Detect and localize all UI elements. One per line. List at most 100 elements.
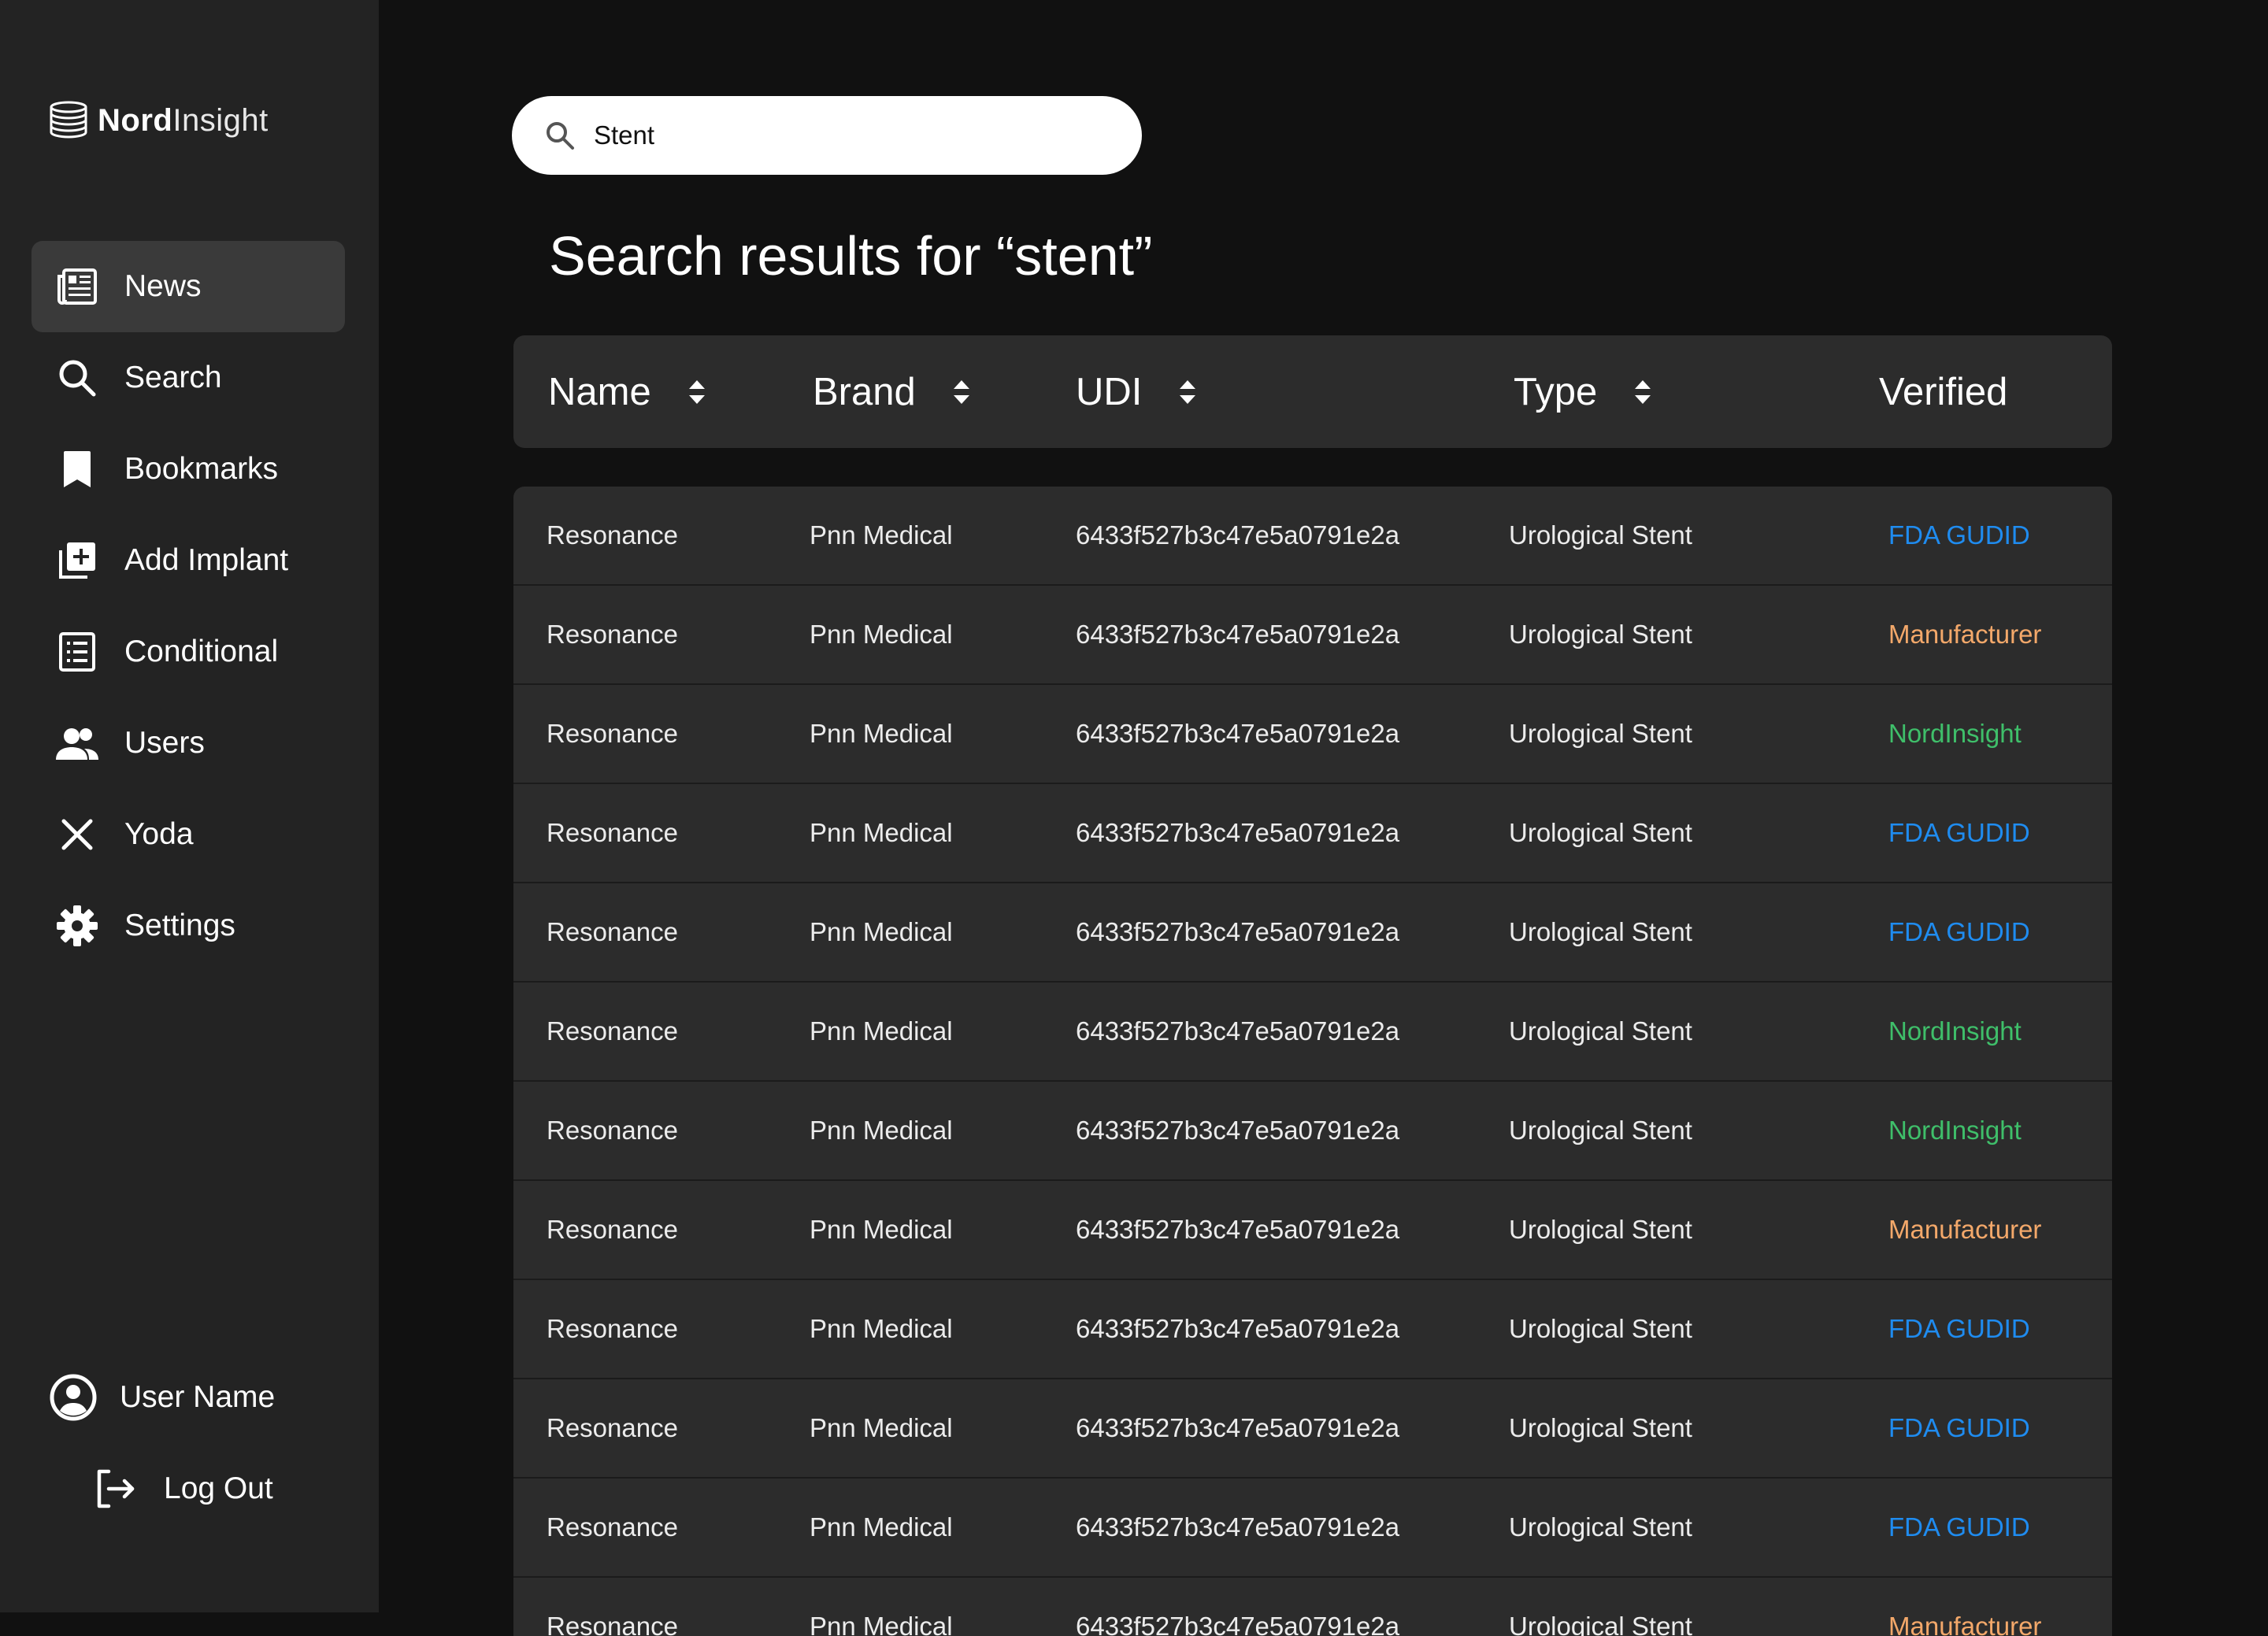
cell-brand: Pnn Medical — [810, 818, 953, 847]
cell-name: Resonance — [547, 1215, 678, 1244]
user-avatar-icon — [50, 1374, 97, 1421]
cell-type: Urological Stent — [1509, 520, 1692, 550]
cell-name: Resonance — [547, 818, 678, 847]
column-label: Verified — [1879, 370, 2008, 413]
cell-udi: 6433f527b3c47e5a0791e2a — [1076, 917, 1400, 946]
cell-name: Resonance — [547, 1314, 678, 1343]
cell-brand: Pnn Medical — [810, 1612, 953, 1636]
column-label: UDI — [1076, 370, 1143, 413]
cell-brand: Pnn Medical — [810, 1116, 953, 1145]
cell-udi: 6433f527b3c47e5a0791e2a — [1076, 1215, 1400, 1244]
sort-icon[interactable] — [1177, 377, 1199, 407]
cell-name: Resonance — [547, 1413, 678, 1442]
user-profile[interactable]: User Name — [49, 1370, 275, 1425]
cell-type: Urological Stent — [1509, 1314, 1692, 1343]
cell-name: Resonance — [547, 917, 678, 946]
column-label: Type — [1514, 370, 1598, 413]
cell-type: Urological Stent — [1509, 1116, 1692, 1145]
cell-verified[interactable]: FDA GUDID — [1888, 883, 2030, 981]
table-row[interactable]: Resonance Pnn Medical 6433f527b3c47e5a0791… — [513, 685, 2112, 784]
cell-udi: 6433f527b3c47e5a0791e2a — [1076, 620, 1400, 649]
cell-name: Resonance — [547, 1016, 678, 1046]
sidebar-item-label: Yoda — [124, 817, 194, 851]
column-header-brand[interactable]: Brand — [813, 335, 973, 448]
table-row[interactable]: Resonance Pnn Medical 6433f527b3c47e5a0791… — [513, 1578, 2112, 1636]
sidebar-item-settings[interactable]: Settings — [32, 880, 345, 972]
cell-verified[interactable]: FDA GUDID — [1888, 1379, 2030, 1477]
cell-verified[interactable]: FDA GUDID — [1888, 1479, 2030, 1576]
cell-brand: Pnn Medical — [810, 620, 953, 649]
column-header-type[interactable]: Type — [1514, 335, 1654, 448]
sidebar-item-yoda[interactable]: Yoda — [32, 789, 345, 880]
bookmark-icon — [54, 446, 101, 493]
sidebar-item-label: Users — [124, 726, 205, 760]
column-header-name[interactable]: Name — [548, 335, 708, 448]
sidebar-item-news[interactable]: News — [32, 241, 345, 332]
table-header: Name Brand UDI Type Verified — [513, 335, 2112, 448]
cell-brand: Pnn Medical — [810, 1512, 953, 1542]
cell-udi: 6433f527b3c47e5a0791e2a — [1076, 1612, 1400, 1636]
sidebar-item-bookmarks[interactable]: Bookmarks — [32, 424, 345, 515]
sidebar-item-label: Bookmarks — [124, 452, 279, 486]
table-row[interactable]: Resonance Pnn Medical 6433f527b3c47e5a0791… — [513, 883, 2112, 983]
sidebar-item-users[interactable]: Users — [32, 698, 345, 789]
table-row[interactable]: Resonance Pnn Medical 6433f527b3c47e5a0791… — [513, 1082, 2112, 1181]
sort-icon[interactable] — [951, 377, 973, 407]
cell-type: Urological Stent — [1509, 1413, 1692, 1442]
cell-name: Resonance — [547, 1612, 678, 1636]
sort-icon[interactable] — [1632, 377, 1654, 407]
sidebar-item-label: Conditional — [124, 635, 279, 668]
sidebar-item-search[interactable]: Search — [32, 332, 345, 424]
cell-brand: Pnn Medical — [810, 1016, 953, 1046]
table-row[interactable]: Resonance Pnn Medical 6433f527b3c47e5a0791… — [513, 487, 2112, 586]
cell-type: Urological Stent — [1509, 1512, 1692, 1542]
gear-icon — [54, 902, 101, 949]
column-header-udi[interactable]: UDI — [1076, 335, 1199, 448]
sort-icon[interactable] — [686, 377, 708, 407]
sidebar-item-add-implant[interactable]: Add Implant — [32, 515, 345, 606]
search-icon — [547, 122, 574, 150]
sidebar-nav: News Search Bookmarks Add Implant Condit… — [32, 241, 345, 972]
table-row[interactable]: Resonance Pnn Medical 6433f527b3c47e5a0791… — [513, 586, 2112, 685]
table-row[interactable]: Resonance Pnn Medical 6433f527b3c47e5a0791… — [513, 1280, 2112, 1379]
cell-udi: 6433f527b3c47e5a0791e2a — [1076, 1413, 1400, 1442]
cell-name: Resonance — [547, 1116, 678, 1145]
cell-verified[interactable]: FDA GUDID — [1888, 487, 2030, 584]
table-row[interactable]: Resonance Pnn Medical 6433f527b3c47e5a0791… — [513, 1181, 2112, 1280]
cell-verified[interactable]: FDA GUDID — [1888, 784, 2030, 882]
cell-verified[interactable]: FDA GUDID — [1888, 1280, 2030, 1378]
cell-verified[interactable]: Manufacturer — [1888, 586, 2041, 683]
cell-name: Resonance — [547, 1512, 678, 1542]
cell-brand: Pnn Medical — [810, 1215, 953, 1244]
user-name: User Name — [120, 1380, 276, 1414]
cell-type: Urological Stent — [1509, 1215, 1692, 1244]
cell-verified[interactable]: NordInsight — [1888, 1082, 2022, 1179]
table-row[interactable]: Resonance Pnn Medical 6433f527b3c47e5a0791… — [513, 1379, 2112, 1479]
cell-verified[interactable]: Manufacturer — [1888, 1578, 2041, 1636]
sidebar-item-label: News — [124, 269, 202, 303]
search-bar[interactable] — [512, 96, 1142, 175]
sidebar-item-conditional[interactable]: Conditional — [32, 606, 345, 698]
cell-verified[interactable]: NordInsight — [1888, 983, 2022, 1080]
cell-type: Urological Stent — [1509, 1016, 1692, 1046]
column-label: Name — [548, 370, 651, 413]
logo-text: NordInsight — [98, 102, 269, 138]
newspaper-icon — [54, 263, 101, 310]
cell-brand: Pnn Medical — [810, 1413, 953, 1442]
table-row[interactable]: Resonance Pnn Medical 6433f527b3c47e5a0791… — [513, 1479, 2112, 1578]
logout-button[interactable]: Log Out — [93, 1461, 273, 1516]
cell-udi: 6433f527b3c47e5a0791e2a — [1076, 1116, 1400, 1145]
sidebar-item-label: Settings — [124, 909, 235, 942]
app-logo[interactable]: NordInsight — [47, 98, 269, 143]
cell-verified[interactable]: NordInsight — [1888, 685, 2022, 783]
page-title: Search results for “stent” — [549, 225, 1153, 287]
cell-verified[interactable]: Manufacturer — [1888, 1181, 2041, 1279]
column-header-verified[interactable]: Verified — [1879, 335, 2007, 448]
cell-brand: Pnn Medical — [810, 719, 953, 748]
cell-name: Resonance — [547, 520, 678, 550]
search-input[interactable] — [592, 120, 1115, 151]
cell-type: Urological Stent — [1509, 620, 1692, 649]
sidebar-item-label: Add Implant — [124, 543, 289, 577]
table-row[interactable]: Resonance Pnn Medical 6433f527b3c47e5a0791… — [513, 983, 2112, 1082]
table-row[interactable]: Resonance Pnn Medical 6433f527b3c47e5a0791… — [513, 784, 2112, 883]
